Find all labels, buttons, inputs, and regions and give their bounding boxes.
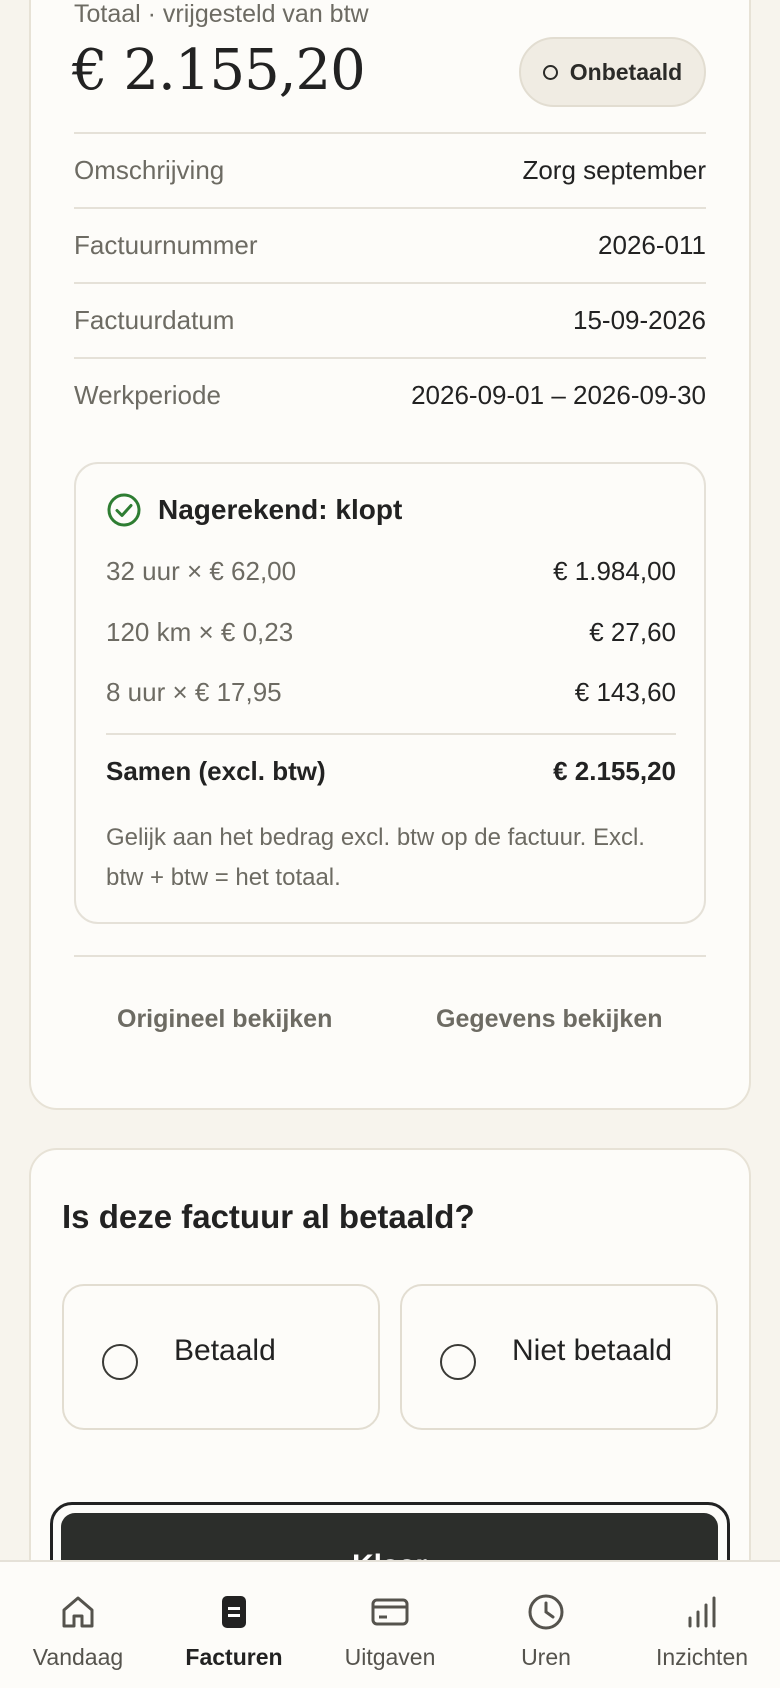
detail-label: Omschrijving — [74, 155, 225, 185]
calc-value: € 143,60 — [574, 677, 676, 707]
detail-label: Werkperiode — [74, 380, 221, 410]
invoice-total: € 2.155,20 — [72, 38, 366, 103]
detail-value: 2026-09-01 – 2026-09-30 — [411, 380, 706, 410]
unpaid-option[interactable]: Niet betaald — [400, 1284, 718, 1430]
bar-chart-icon — [688, 1596, 716, 1628]
calc-value: € 1.984,00 — [553, 556, 676, 586]
unpaid-label: Niet betaald — [512, 1334, 673, 1367]
detail-row-number: Factuurnummer 2026-011 — [74, 207, 706, 282]
verification-note: Gelijk aan het bedrag excl. btw op de fa… — [106, 824, 645, 891]
calc-line: 32 uur × € 62,00 € 1.984,00 — [106, 556, 676, 587]
calc-line: 120 km × € 0,23 € 27,60 — [106, 617, 676, 648]
clock-icon — [528, 1594, 564, 1630]
tab-label: Vandaag — [32, 1644, 124, 1670]
radio-icon[interactable] — [102, 1344, 138, 1380]
sum-label: Samen (excl. btw) — [106, 756, 326, 786]
divider — [74, 955, 706, 957]
check-circle-icon — [107, 493, 141, 527]
tab-label: Uren — [521, 1644, 571, 1670]
home-icon — [62, 1596, 94, 1628]
calc-label: 8 uur × € 17,95 — [106, 677, 282, 707]
tab-label: Inzichten — [655, 1644, 749, 1670]
divider — [106, 733, 676, 735]
status-badge[interactable]: Onbetaald — [519, 37, 706, 107]
view-details-link[interactable]: Gegevens bekijken — [436, 1005, 663, 1034]
tab-uren[interactable]: Uren — [468, 1562, 624, 1688]
detail-value: 2026-011 — [598, 230, 706, 260]
detail-row-date: Factuurdatum 15-09-2026 — [74, 282, 706, 357]
sum-value: € 2.155,20 — [553, 756, 676, 786]
invoice-details: Omschrijving Zorg september Factuurnumme… — [74, 132, 706, 432]
bottom-tab-bar: Vandaag Facturen Uitgaven Uren Inzichten — [0, 1560, 780, 1688]
card-icon — [371, 1598, 409, 1626]
tab-vandaag[interactable]: Vandaag — [0, 1562, 156, 1688]
paid-label: Betaald — [174, 1334, 276, 1367]
calc-label: 32 uur × € 62,00 — [106, 556, 297, 586]
detail-label: Factuurnummer — [74, 230, 258, 260]
detail-row-period: Werkperiode 2026-09-01 – 2026-09-30 — [74, 357, 706, 432]
verification-title: Nagerekend: klopt — [158, 494, 403, 525]
detail-row-description: Omschrijving Zorg september — [74, 132, 706, 207]
invoice-icon — [222, 1596, 246, 1628]
payment-question: Is deze factuur al betaald? — [62, 1198, 475, 1235]
radio-icon[interactable] — [440, 1344, 476, 1380]
tab-uitgaven[interactable]: Uitgaven — [312, 1562, 468, 1688]
calc-line: 8 uur × € 17,95 € 143,60 — [106, 677, 676, 708]
detail-label: Factuurdatum — [74, 305, 235, 335]
view-original-link[interactable]: Origineel bekijken — [117, 1005, 332, 1034]
calc-label: 120 km × € 0,23 — [106, 617, 294, 647]
status-dot-icon — [542, 64, 558, 80]
tab-facturen[interactable]: Facturen — [156, 1562, 312, 1688]
total-subtitle: Totaal · vrijgesteld van btw — [74, 0, 369, 28]
tab-inzichten[interactable]: Inzichten — [624, 1562, 780, 1688]
verification-header: Nagerekend: klopt — [106, 492, 402, 528]
verification-box: Nagerekend: klopt 32 uur × € 62,00 € 1.9… — [74, 462, 706, 924]
tab-label: Uitgaven — [344, 1644, 436, 1670]
detail-value: 15-09-2026 — [573, 305, 706, 335]
detail-value: Zorg september — [522, 155, 706, 185]
tab-label: Facturen — [185, 1644, 283, 1670]
paid-option[interactable]: Betaald — [62, 1284, 380, 1430]
calc-value: € 27,60 — [589, 617, 676, 647]
status-label: Onbetaald — [569, 58, 683, 85]
calc-sum: Samen (excl. btw) € 2.155,20 — [106, 756, 676, 787]
